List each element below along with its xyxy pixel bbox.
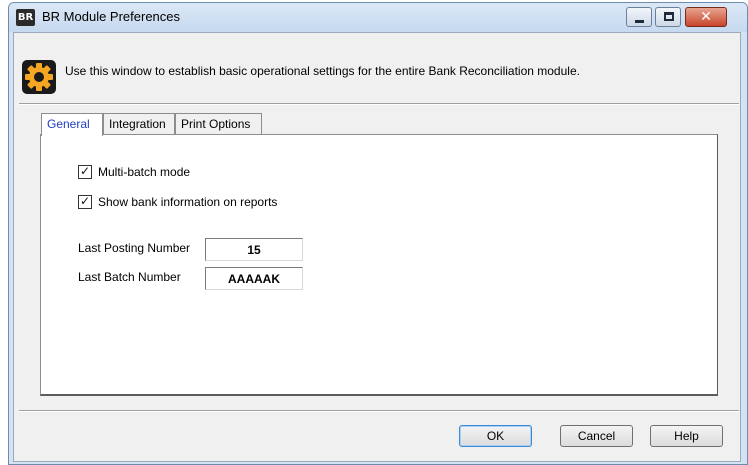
help-button[interactable]: Help — [650, 425, 723, 447]
check-icon: ✓ — [80, 194, 91, 208]
close-icon: ✕ — [700, 9, 712, 25]
window-title: BR Module Preferences — [42, 9, 181, 24]
maximize-button[interactable] — [655, 7, 681, 27]
gear-icon — [22, 60, 56, 94]
tab-general-label: General — [47, 117, 90, 131]
general-tab-panel: ✓ Multi-batch mode ✓ Show bank informati… — [40, 134, 718, 396]
show-bank-info-checkbox[interactable]: ✓ — [78, 194, 92, 209]
tab-general[interactable]: General — [41, 113, 103, 136]
check-icon: ✓ — [80, 164, 91, 178]
tab-print-options[interactable]: Print Options — [175, 113, 262, 135]
footer-divider — [19, 410, 739, 412]
close-button[interactable]: ✕ — [685, 7, 727, 27]
tab-integration[interactable]: Integration — [103, 113, 175, 135]
header-divider — [19, 103, 739, 105]
last-posting-number-field[interactable]: 15 — [205, 238, 303, 261]
cancel-button[interactable]: Cancel — [560, 425, 633, 447]
minimize-icon — [635, 20, 644, 23]
window-description: Use this window to establish basic opera… — [65, 64, 580, 78]
last-batch-number-field[interactable]: AAAAAK — [205, 267, 303, 290]
show-bank-info-label: Show bank information on reports — [98, 195, 278, 209]
app-badge-icon: BR — [16, 9, 35, 26]
title-bar[interactable]: BR BR Module Preferences ✕ — [9, 3, 747, 32]
multi-batch-mode-label: Multi-batch mode — [98, 165, 191, 179]
minimize-button[interactable] — [626, 7, 652, 27]
maximize-icon — [664, 12, 674, 21]
preferences-window: BR BR Module Preferences ✕ Use this wind… — [8, 2, 748, 465]
multi-batch-mode-checkbox[interactable]: ✓ — [78, 164, 92, 179]
tab-print-options-label: Print Options — [181, 117, 251, 131]
last-posting-number-label: Last Posting Number — [78, 241, 191, 255]
ok-button[interactable]: OK — [459, 425, 532, 447]
tab-integration-label: Integration — [109, 117, 166, 131]
last-batch-number-label: Last Batch Number — [78, 270, 181, 284]
